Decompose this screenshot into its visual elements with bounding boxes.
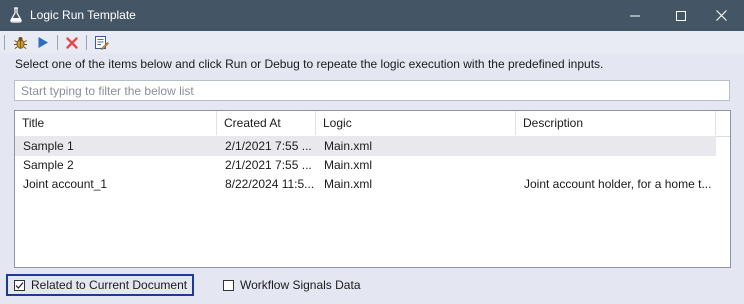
checkbox-label: Workflow Signals Data — [240, 278, 361, 292]
checkbox-box — [14, 279, 25, 291]
row-logic: Main.xml — [324, 158, 373, 172]
table-row[interactable]: Sample 1 2/1/2021 7:55 ... Main.xml — [15, 136, 716, 156]
delete-x-icon — [66, 36, 78, 49]
column-header-filler — [716, 111, 730, 135]
flask-icon — [8, 7, 24, 23]
minimize-button[interactable] — [612, 0, 658, 31]
bug-icon — [13, 37, 27, 49]
column-header-logic[interactable]: Logic — [316, 111, 516, 135]
row-title: Sample 1 — [23, 139, 74, 153]
title-bar: Logic Run Template — [0, 0, 744, 31]
row-created-at: 8/22/2024 11:5... — [225, 177, 315, 191]
close-icon — [715, 10, 727, 21]
minimize-icon — [630, 15, 640, 16]
column-header-description[interactable]: Description — [516, 111, 716, 135]
toolbar-separator — [86, 35, 87, 50]
close-button[interactable] — [698, 0, 744, 31]
maximize-icon — [676, 10, 686, 21]
edit-button[interactable] — [92, 34, 110, 51]
related-to-current-document-checkbox[interactable]: Related to Current Document — [6, 274, 194, 296]
row-description — [516, 155, 716, 175]
template-list[interactable]: Title Created At Logic Description Sampl… — [14, 110, 731, 268]
table-row[interactable]: Joint account_1 8/22/2024 11:5... Main.x… — [15, 174, 716, 194]
debug-button[interactable] — [11, 34, 29, 51]
edit-document-icon — [94, 36, 109, 50]
checkmark-icon — [15, 281, 24, 289]
column-header-created-at[interactable]: Created At — [217, 111, 316, 135]
filter-input[interactable] — [14, 80, 730, 101]
row-created-at: 2/1/2021 7:55 ... — [225, 139, 312, 153]
row-logic: Main.xml — [324, 139, 373, 153]
row-description — [516, 136, 716, 156]
toolbar — [0, 31, 744, 53]
row-logic: Main.xml — [324, 177, 373, 191]
toolbar-grip — [4, 35, 5, 50]
column-header-title[interactable]: Title — [15, 111, 217, 135]
row-description: Joint account holder, for a home t... — [524, 177, 712, 191]
checkbox-box — [223, 279, 234, 291]
checkbox-label: Related to Current Document — [31, 278, 188, 292]
instructions-text: Select one of the items below and click … — [15, 57, 604, 71]
workflow-signals-data-checkbox[interactable]: Workflow Signals Data — [221, 274, 361, 296]
row-title: Joint account_1 — [23, 177, 108, 191]
run-button[interactable] — [34, 34, 52, 51]
window-title: Logic Run Template — [30, 8, 136, 22]
row-created-at: 2/1/2021 7:55 ... — [225, 158, 312, 172]
row-title: Sample 2 — [23, 158, 74, 172]
play-icon — [38, 37, 48, 48]
list-header: Title Created At Logic Description — [15, 111, 730, 137]
table-row[interactable]: Sample 2 2/1/2021 7:55 ... Main.xml — [15, 155, 716, 175]
logic-run-template-window: Logic Run Template Select one of the ite… — [0, 0, 744, 304]
toolbar-separator — [57, 35, 58, 50]
delete-button[interactable] — [63, 34, 81, 51]
